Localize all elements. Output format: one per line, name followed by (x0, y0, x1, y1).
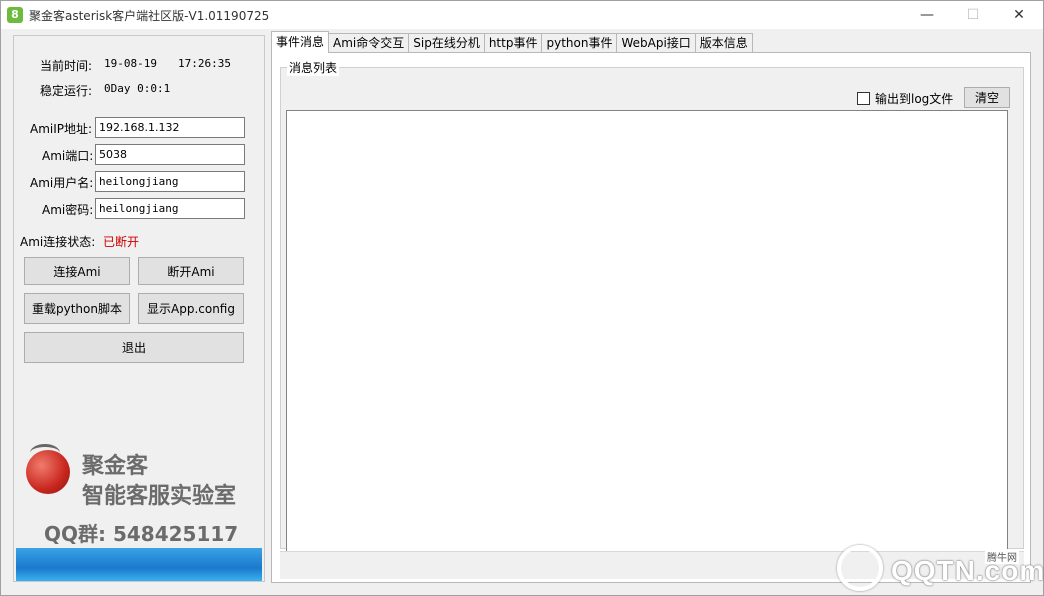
tab-ami-commands[interactable]: Ami命令交互 (328, 33, 410, 53)
maximize-button[interactable]: ☐ (950, 1, 996, 29)
qq-group-text: QQ群: 548425117 (44, 522, 239, 546)
ami-status-label: Ami连接状态: (20, 235, 96, 249)
ami-user-input[interactable]: heilongjiang (95, 171, 245, 192)
connect-ami-button[interactable]: 连接Ami (24, 257, 130, 285)
window-title: 聚金客asterisk客户端社区版-V1.01190725 (29, 9, 270, 23)
show-config-button[interactable]: 显示App.config (138, 293, 244, 324)
watermark-text: QQTN.com (891, 555, 1044, 586)
logo-slogan: 智能客服实验室 (82, 484, 237, 509)
headset-icon (30, 444, 60, 462)
tab-webapi[interactable]: WebApi接口 (616, 33, 696, 53)
ami-status-value: 已断开 (103, 235, 140, 249)
disconnect-ami-button[interactable]: 断开Ami (138, 257, 244, 285)
watermark-small-text: 腾牛网 (985, 549, 1019, 564)
exit-button[interactable]: 退出 (24, 332, 244, 363)
tab-sip-online[interactable]: Sip在线分机 (408, 33, 485, 53)
tab-events[interactable]: 事件消息 (271, 31, 330, 53)
ami-user-label: Ami用户名: (30, 176, 94, 190)
tab-http-events[interactable]: http事件 (483, 33, 543, 53)
uptime-label: 稳定运行: (40, 84, 93, 98)
app-icon: 8 (7, 7, 23, 23)
message-list-group: 消息列表 输出到log文件 清空 (280, 59, 1024, 558)
tab-version-info[interactable]: 版本信息 (694, 33, 753, 53)
ami-port-label: Ami端口: (42, 149, 94, 163)
ami-password-label: Ami密码: (42, 203, 94, 217)
company-logo: 聚金客 智能客服实验室 QQ群: 548425117 (14, 436, 264, 581)
event-log-textarea[interactable] (286, 110, 1008, 558)
banner-strip (16, 548, 262, 581)
watermark-logo-icon (837, 545, 883, 591)
title-bar[interactable]: 8 聚金客asterisk客户端社区版-V1.01190725 — ☐ ✕ (1, 1, 1043, 29)
ami-ip-label: AmiIP地址: (30, 122, 93, 136)
minimize-button[interactable]: — (904, 1, 950, 29)
current-date-value: 19-08-19 (104, 57, 157, 70)
log-to-file-checkbox[interactable] (857, 92, 870, 105)
tab-python-events[interactable]: python事件 (541, 33, 618, 53)
ami-port-input[interactable]: 5038 (95, 144, 245, 165)
uptime-value: 0Day 0:0:1 (104, 82, 171, 95)
left-panel: 当前时间: 19-08-19 17:26:35 稳定运行: 0Day 0:0:1… (13, 35, 265, 582)
ami-ip-input[interactable]: 192.168.1.132 (95, 117, 245, 138)
message-list-title: 消息列表 (287, 59, 340, 76)
tab-bar: 事件消息 Ami命令交互 Sip在线分机 http事件 python事件 Web… (271, 31, 753, 53)
clear-button[interactable]: 清空 (964, 87, 1010, 108)
watermark: QQTN.com 腾牛网 (837, 545, 1044, 593)
ami-password-input[interactable]: heilongjiang (95, 198, 245, 219)
reload-python-button[interactable]: 重载python脚本 (24, 293, 130, 324)
events-tab-panel: 消息列表 输出到log文件 清空 (271, 52, 1031, 583)
current-time-label: 当前时间: (40, 59, 93, 73)
current-time-value: 17:26:35 (178, 57, 231, 70)
app-window: 8 聚金客asterisk客户端社区版-V1.01190725 — ☐ ✕ 当前… (0, 0, 1044, 596)
logo-company-name: 聚金客 (82, 454, 149, 479)
close-button[interactable]: ✕ (996, 1, 1042, 29)
log-to-file-label[interactable]: 输出到log文件 (875, 90, 953, 107)
